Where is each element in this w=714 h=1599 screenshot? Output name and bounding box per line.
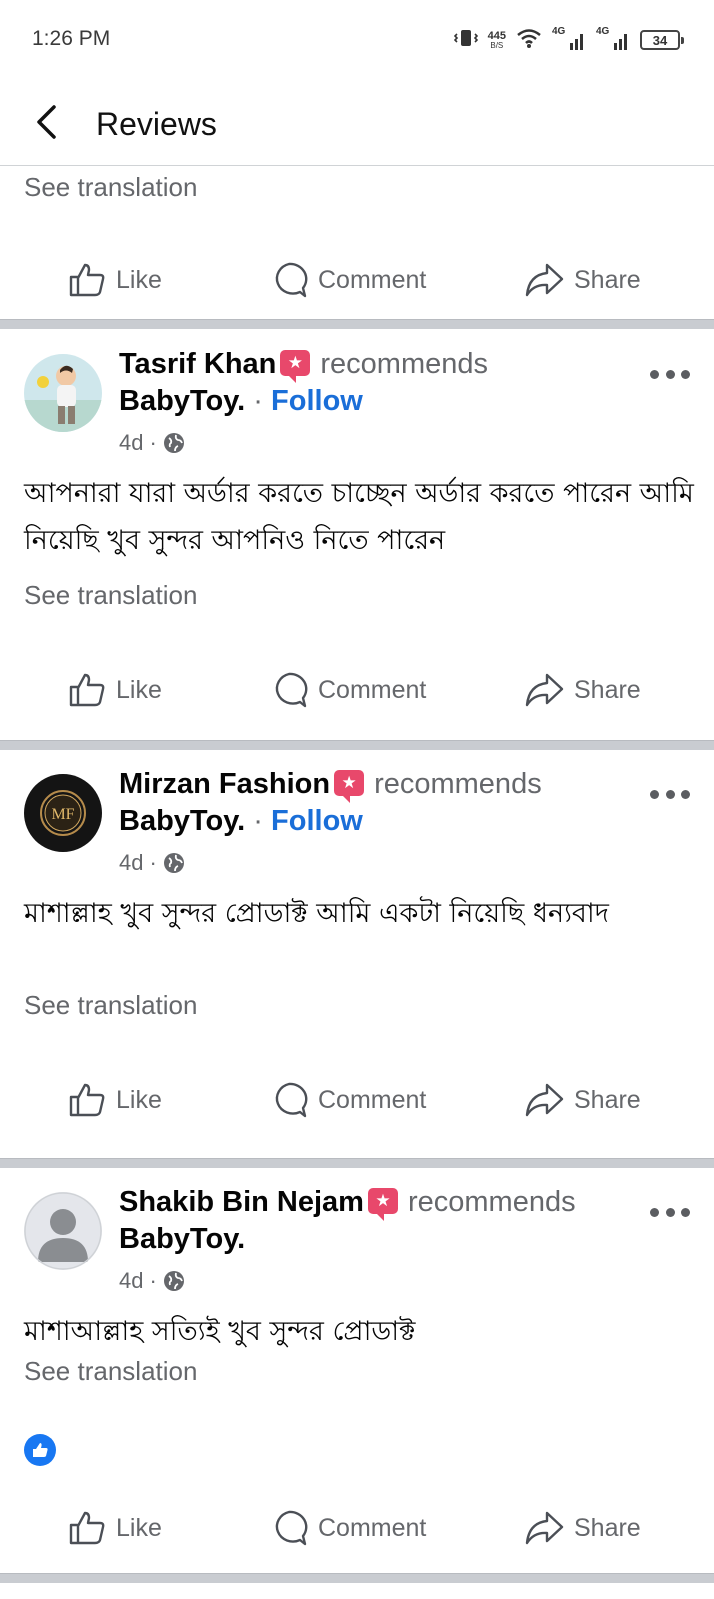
recommend-badge-icon: ★: [334, 770, 365, 803]
comment-icon: [275, 262, 308, 298]
page-name[interactable]: BabyToy.: [119, 385, 245, 417]
comment-button[interactable]: Comment: [270, 660, 426, 720]
like-reaction-icon[interactable]: [24, 1434, 56, 1466]
review-post: Shakib Bin Nejam ★ recommends BabyToy. 4d …: [0, 1168, 714, 1578]
comment-button[interactable]: Comment: [270, 1070, 426, 1130]
post-time: 4d: [119, 850, 144, 875]
post-header: Tasrif Khan ★ recommends BabyToy. · Follow: [119, 348, 489, 417]
review-post: MF Mirzan Fashion ★ recommends BabyToy. · …: [0, 750, 714, 1160]
share-icon: [525, 673, 564, 707]
post-meta: 4d ·: [119, 850, 185, 876]
like-button[interactable]: Like: [68, 250, 162, 310]
action-bar: Like Comment Share: [0, 1498, 714, 1558]
author-name[interactable]: Mirzan Fashion: [119, 768, 330, 800]
vibrate-icon: [453, 28, 478, 53]
avatar-monogram: MF: [51, 806, 74, 823]
wifi-icon: [516, 27, 542, 54]
action-bar: Like Comment Share: [0, 660, 714, 720]
avatar[interactable]: MF: [24, 774, 102, 852]
comment-icon: [275, 1082, 308, 1118]
recommends-text: recommends: [320, 348, 489, 380]
page-title: Reviews: [96, 106, 217, 142]
recommend-badge-icon: ★: [367, 1188, 398, 1221]
action-bar: Like Comment Share: [0, 250, 714, 310]
thumbs-up-icon: [69, 1511, 105, 1545]
thumbs-up-icon: [69, 1083, 105, 1117]
globe-icon: [163, 1271, 184, 1291]
recommends-text: recommends: [407, 1186, 576, 1218]
avatar[interactable]: [24, 354, 102, 432]
more-options-button[interactable]: [650, 790, 690, 802]
share-button[interactable]: Share: [524, 250, 641, 310]
thumbs-up-icon: [69, 673, 105, 707]
recommends-text: recommends: [374, 768, 542, 800]
globe-icon: [163, 433, 184, 453]
page-name[interactable]: BabyToy.: [119, 805, 245, 837]
post-header: Mirzan Fashion ★ recommends BabyToy. · Fol…: [119, 768, 542, 837]
share-icon: [525, 263, 564, 297]
post-separator: [0, 740, 714, 750]
review-text: মাশাল্লাহ খুব সুন্দর প্রোডাক্ট আমি একটা …: [24, 898, 609, 929]
comment-icon: [275, 672, 308, 708]
see-translation-link[interactable]: See translation: [24, 172, 197, 203]
more-options-button[interactable]: [650, 370, 690, 382]
back-button[interactable]: [26, 102, 66, 142]
post-time: 4d: [119, 1268, 144, 1293]
comment-button[interactable]: Comment: [270, 250, 426, 310]
see-translation-link[interactable]: See translation: [24, 580, 197, 611]
share-icon: [525, 1083, 564, 1117]
comment-button[interactable]: Comment: [270, 1498, 426, 1558]
page-name[interactable]: BabyToy.: [119, 1223, 245, 1255]
see-translation-link[interactable]: See translation: [24, 1356, 197, 1387]
post-meta: 4d ·: [119, 430, 185, 456]
like-button[interactable]: Like: [68, 1070, 162, 1130]
share-button[interactable]: Share: [524, 1070, 641, 1130]
follow-button[interactable]: Follow: [271, 385, 363, 417]
comment-icon: [275, 1510, 308, 1546]
review-text: মাশাআল্লাহ সত্যিই খুব সুন্দর প্রোডাক্ট: [24, 1316, 416, 1347]
like-button[interactable]: Like: [68, 660, 162, 720]
signal-icon-sim2: 4G: [596, 26, 630, 52]
signal-icon-sim1: 4G: [552, 26, 586, 52]
review-post: Tasrif Khan ★ recommends BabyToy. · Follow…: [0, 330, 714, 740]
post-header: Shakib Bin Nejam ★ recommends BabyToy.: [119, 1184, 639, 1258]
network-speed: 445 B/S: [487, 29, 506, 50]
more-options-button[interactable]: [650, 1208, 690, 1220]
share-button[interactable]: Share: [524, 1498, 641, 1558]
top-app-bar: Reviews: [0, 80, 714, 166]
author-name[interactable]: Tasrif Khan: [119, 348, 276, 380]
battery-icon: 34: [640, 30, 684, 50]
post-separator: [0, 1158, 714, 1168]
post-separator: [0, 319, 714, 329]
thumbs-up-icon: [69, 263, 105, 297]
review-text: আপনারা যারা অর্ডার করতে চাচ্ছেন অর্ডার ক…: [24, 478, 694, 556]
action-bar: Like Comment Share: [0, 1070, 714, 1130]
status-time: 1:26 PM: [32, 27, 111, 50]
see-translation-link[interactable]: See translation: [24, 990, 197, 1021]
recommend-badge-icon: ★: [280, 350, 311, 383]
share-icon: [525, 1511, 564, 1545]
author-name[interactable]: Shakib Bin Nejam: [119, 1186, 364, 1218]
like-button[interactable]: Like: [68, 1498, 162, 1558]
share-button[interactable]: Share: [524, 660, 641, 720]
post-separator: [0, 1573, 714, 1583]
post-meta: 4d ·: [119, 1268, 185, 1294]
follow-button[interactable]: Follow: [271, 805, 363, 837]
post-time: 4d: [119, 430, 144, 455]
status-icons: 445 B/S 4G 4G 34: [453, 26, 684, 54]
globe-icon: [163, 853, 184, 873]
status-bar: 1:26 PM 445 B/S 4G 4G 34: [0, 0, 714, 80]
chevron-left-icon: [37, 105, 56, 139]
avatar[interactable]: [24, 1192, 102, 1270]
